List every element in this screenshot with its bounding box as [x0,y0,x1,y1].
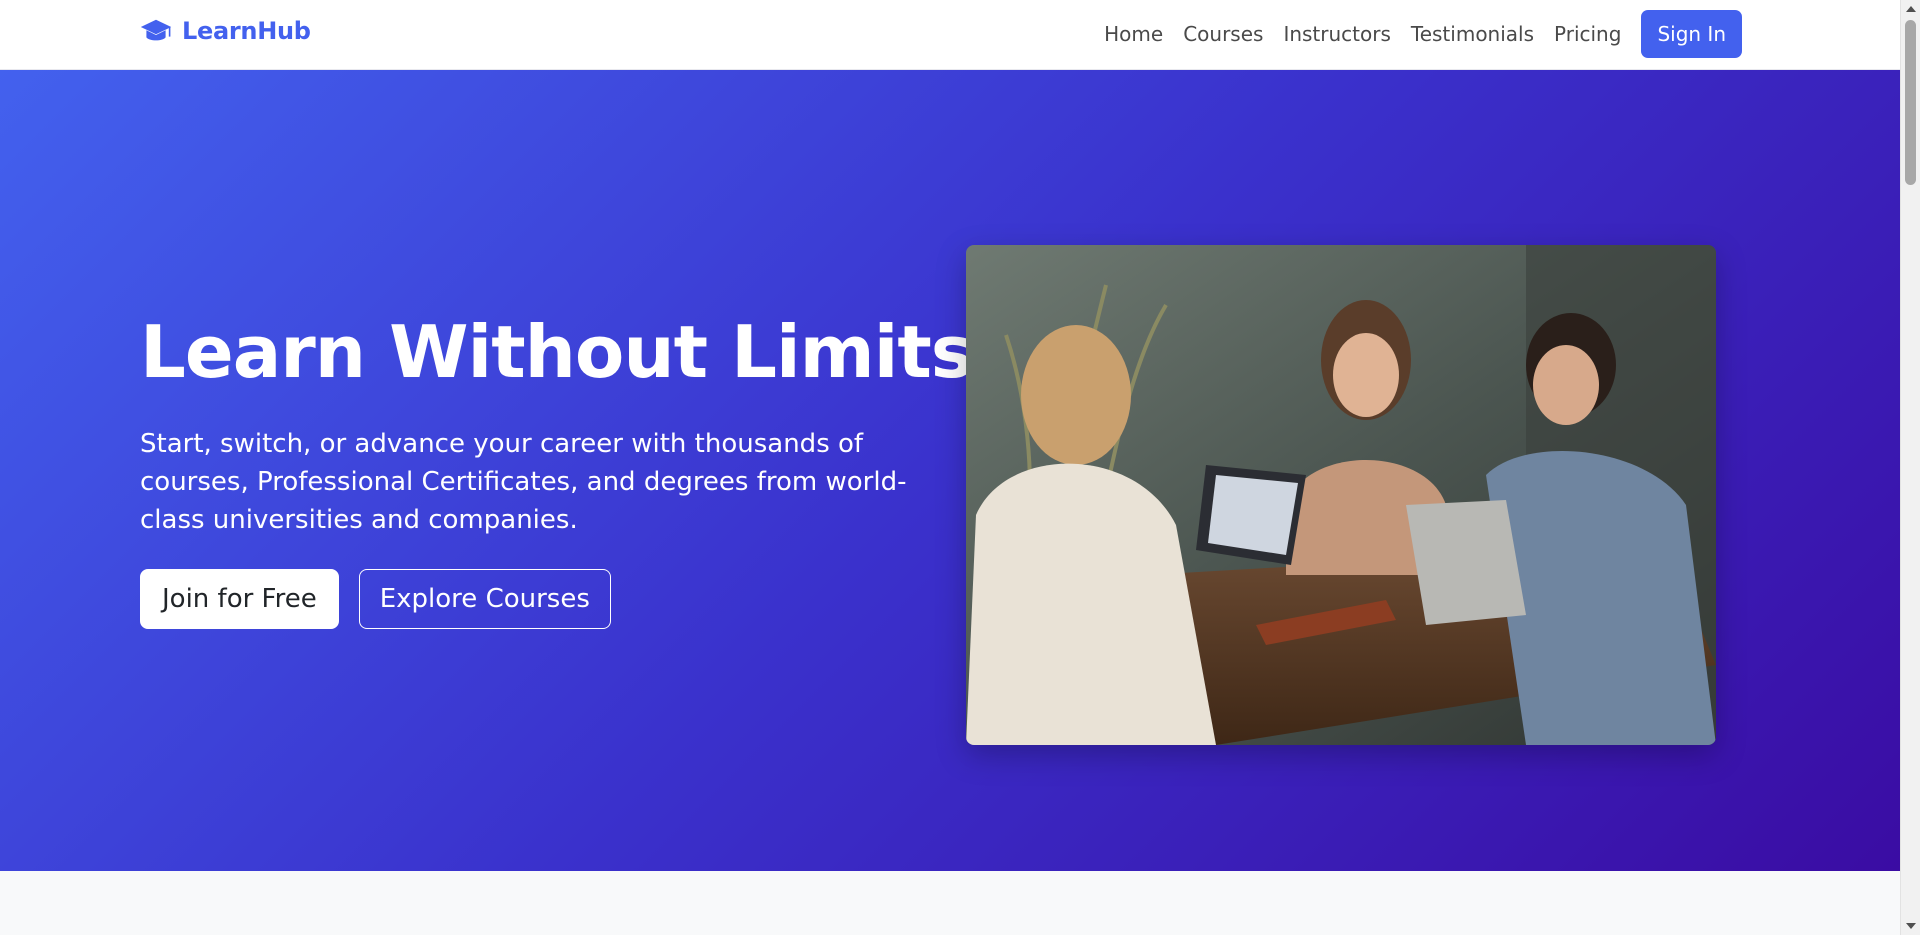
nav-link-courses[interactable]: Courses [1173,10,1273,58]
page-scrollbar[interactable] [1900,0,1920,935]
explore-courses-button[interactable]: Explore Courses [358,569,611,629]
scroll-thumb[interactable] [1905,20,1916,185]
scroll-down-arrow-icon[interactable] [1906,923,1916,929]
nav-link-instructors[interactable]: Instructors [1273,10,1400,58]
nav-link-home[interactable]: Home [1094,10,1173,58]
brand-logo-link[interactable]: LearnHub [140,17,311,45]
sign-in-button[interactable]: Sign In [1641,10,1742,58]
join-for-free-button[interactable]: Join for Free [140,569,339,629]
nav-link-pricing[interactable]: Pricing [1544,10,1631,58]
brand-name: LearnHub [182,17,311,45]
students-photo [966,245,1716,745]
hero-title: Learn Without Limits [140,310,974,394]
graduation-cap-icon [140,19,172,41]
navbar: LearnHub Home Courses Instructors Testim… [0,0,1900,70]
hero-subtitle: Start, switch, or advance your career wi… [140,429,907,535]
hero-buttons: Join for Free Explore Courses [140,569,611,629]
hero-section: Learn Without Limits Start, switch, or a… [0,70,1900,871]
scroll-up-arrow-icon[interactable] [1906,6,1916,12]
nav-links: Home Courses Instructors Testimonials Pr… [1094,10,1742,58]
nav-link-testimonials[interactable]: Testimonials [1401,10,1544,58]
hero-image [966,245,1716,745]
